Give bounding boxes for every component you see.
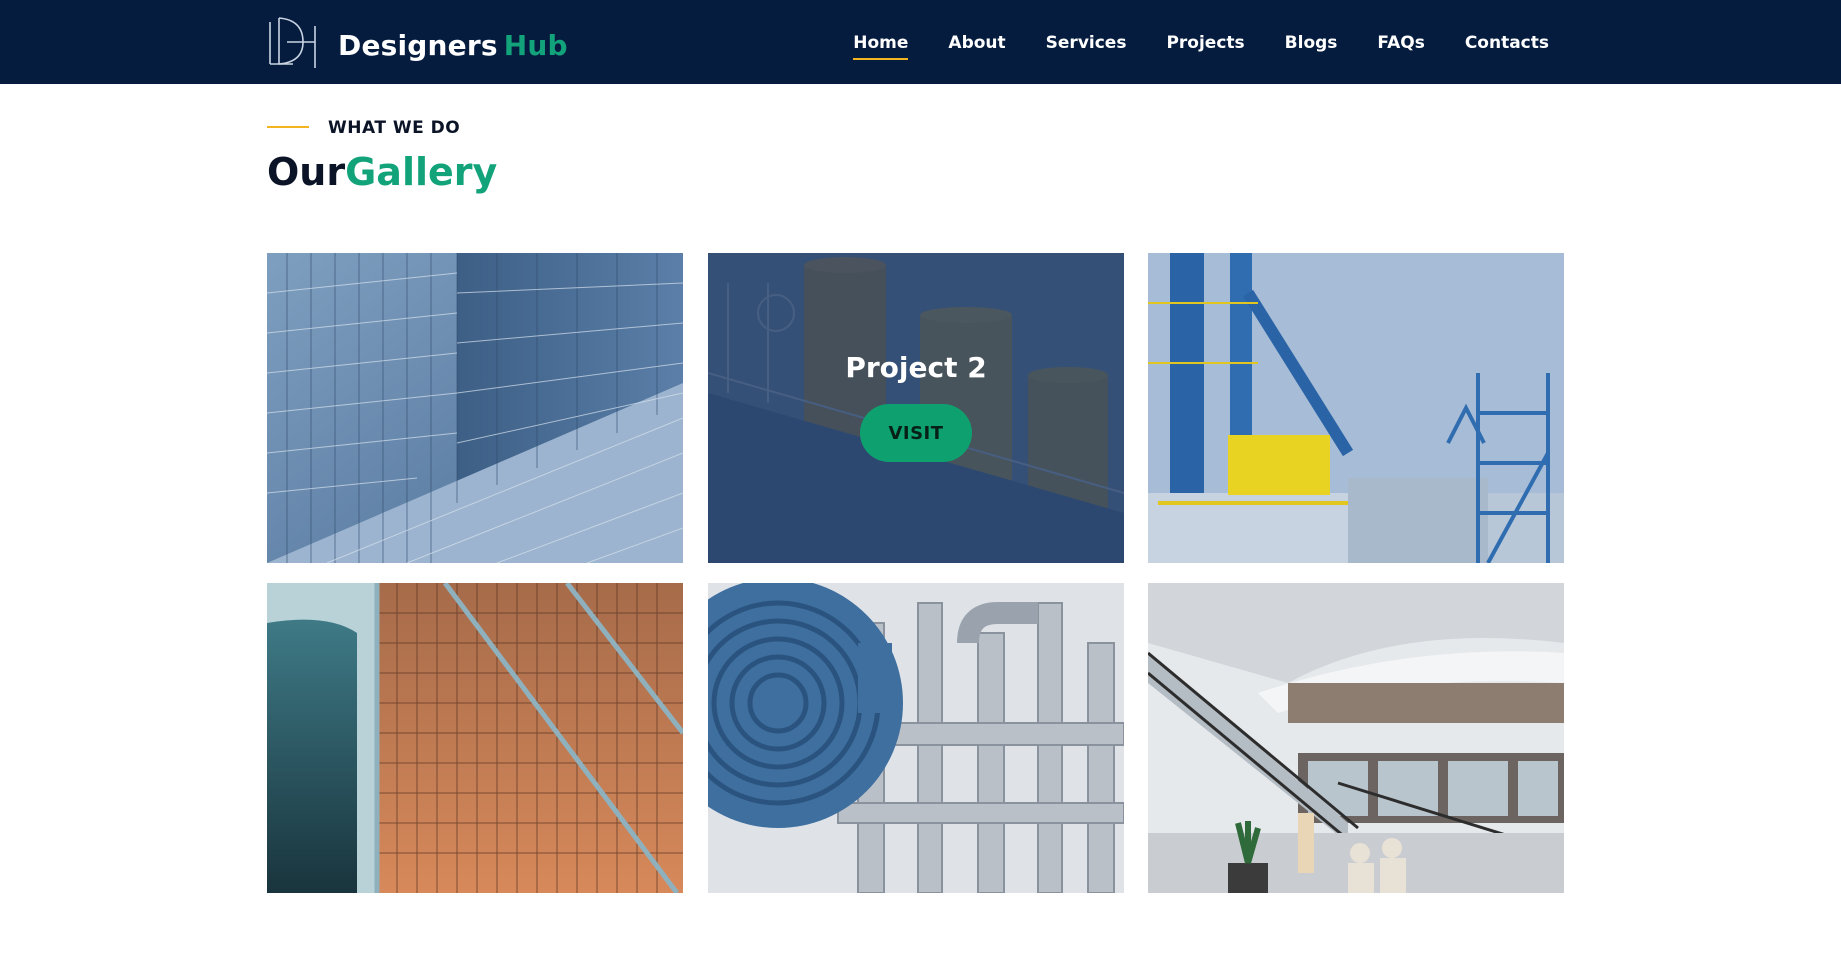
glass-building-image [267,253,683,563]
shopping-mall-image [1148,583,1564,893]
section-title-accent: Gallery [345,150,498,194]
main-nav: Home About Services Projects Blogs FAQs … [853,33,1549,60]
section-title-main: Our [267,150,346,194]
nav-faqs[interactable]: FAQs [1377,33,1424,53]
nav-services[interactable]: Services [1046,33,1127,53]
navbar: Designers Hub Home About Services Project… [0,0,1841,84]
gallery-item-glass-building[interactable] [267,253,683,563]
steel-pipes-image [708,583,1124,893]
eyebrow-divider [267,126,309,128]
brand-accent: Hub [503,29,568,62]
gallery-item-industrial-plant[interactable] [1148,253,1564,563]
copper-tower-image [267,583,683,893]
nav-contacts[interactable]: Contacts [1465,33,1549,53]
gallery-item-steel-pipes[interactable] [708,583,1124,893]
project-title: Project 2 [845,351,987,384]
dh-logo-icon[interactable] [267,16,319,70]
brand-main: Designers [338,29,498,62]
nav-home[interactable]: Home [853,33,909,60]
nav-about[interactable]: About [948,33,1005,53]
gallery-item-shopping-mall[interactable] [1148,583,1564,893]
visit-button[interactable]: VISIT [860,404,972,462]
industrial-plant-image [1148,253,1564,563]
gallery-item-copper-tower[interactable] [267,583,683,893]
brand-name[interactable]: Designers Hub [338,29,568,62]
nav-blogs[interactable]: Blogs [1285,33,1338,53]
section-eyebrow: WHAT WE DO [328,118,461,138]
section-title: OurGallery [267,150,497,194]
nav-projects[interactable]: Projects [1166,33,1244,53]
gallery-item-project-2[interactable]: Project 2 VISIT [708,253,1124,563]
